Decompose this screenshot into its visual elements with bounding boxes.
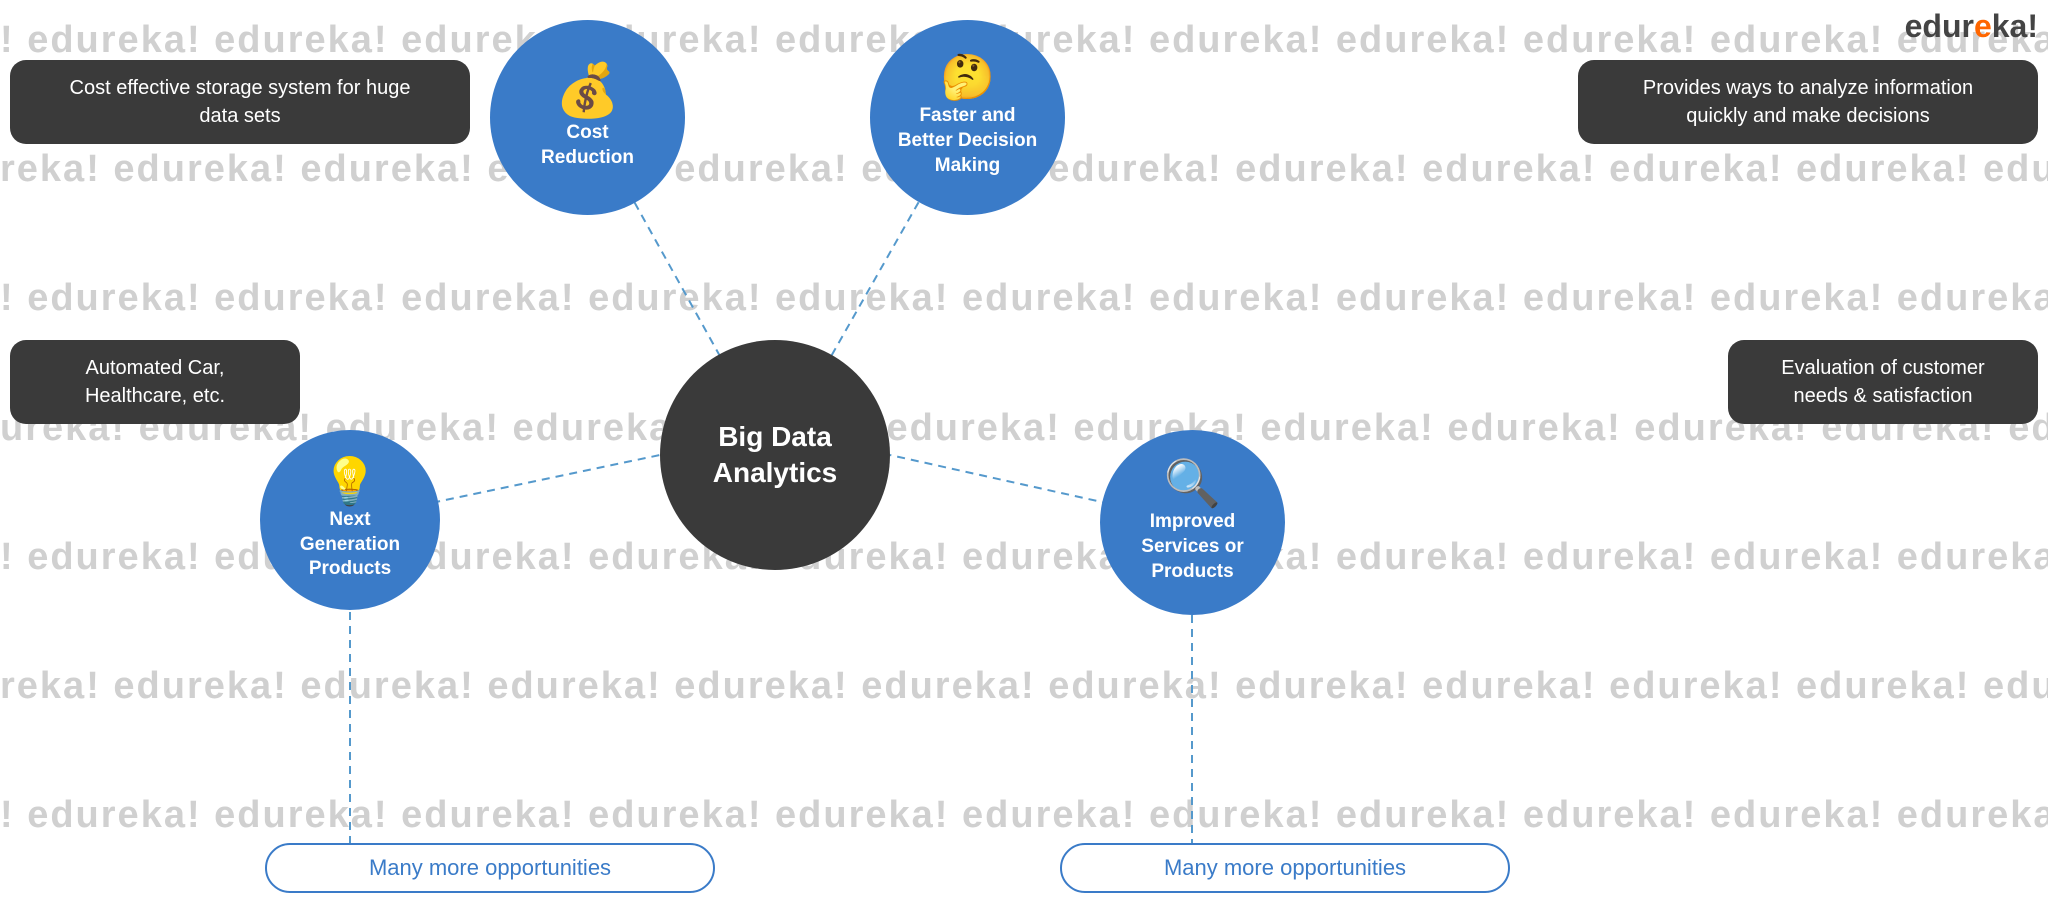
pill-left-label: Many more opportunities (369, 855, 611, 880)
desc-cost-text: Cost effective storage system for hugeda… (70, 77, 411, 127)
faster-decision-icon: 🤔 (940, 56, 995, 100)
desc-cost-box: Cost effective storage system for hugeda… (10, 60, 470, 144)
desc-auto-box: Automated Car,Healthcare, etc. (10, 340, 300, 424)
pill-right[interactable]: Many more opportunities (1060, 843, 1510, 893)
cost-reduction-label: CostReduction (541, 121, 634, 170)
desc-auto-text: Automated Car,Healthcare, etc. (85, 357, 225, 407)
next-gen-icon: 💡 (321, 458, 378, 504)
faster-decision-label: Faster andBetter DecisionMaking (898, 104, 1037, 178)
faster-decision-circle: 🤔 Faster andBetter DecisionMaking (870, 20, 1065, 215)
desc-customer-box: Evaluation of customerneeds & satisfacti… (1728, 340, 2038, 424)
next-gen-circle: 💡 NextGenerationProducts (260, 430, 440, 610)
pill-right-label: Many more opportunities (1164, 855, 1406, 880)
desc-customer-text: Evaluation of customerneeds & satisfacti… (1781, 357, 1984, 407)
edureka-logo: edureka! (1905, 8, 2038, 45)
improved-services-icon: 🔍 (1164, 460, 1221, 506)
big-data-analytics-circle: Big Data Analytics (660, 340, 890, 570)
improved-services-circle: 🔍 ImprovedServices orProducts (1100, 430, 1285, 615)
pill-left[interactable]: Many more opportunities (265, 843, 715, 893)
desc-decision-text: Provides ways to analyze informationquic… (1643, 77, 1973, 127)
center-circle-label: Big Data Analytics (713, 419, 838, 492)
cost-reduction-icon: 💰 (555, 65, 620, 117)
next-gen-label: NextGenerationProducts (300, 508, 400, 582)
cost-reduction-circle: 💰 CostReduction (490, 20, 685, 215)
desc-decision-box: Provides ways to analyze informationquic… (1578, 60, 2038, 144)
improved-services-label: ImprovedServices orProducts (1141, 510, 1243, 584)
